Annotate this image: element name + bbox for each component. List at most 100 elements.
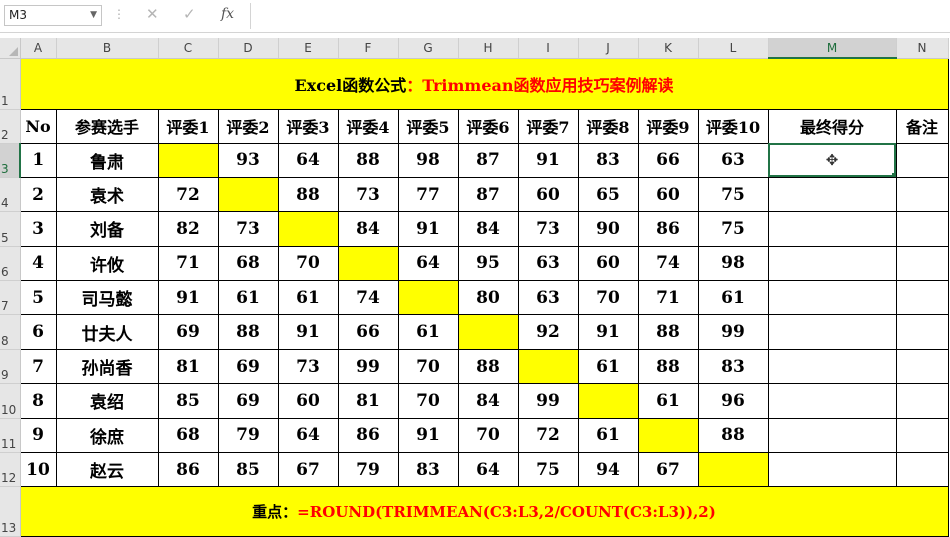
header-cell[interactable]: 评委3 <box>277 108 339 144</box>
column-header-k[interactable]: K <box>638 38 699 59</box>
score-cell[interactable]: 64 <box>277 417 339 454</box>
final-score-cell[interactable] <box>767 245 897 282</box>
number-cell[interactable]: 10 <box>19 452 57 488</box>
header-cell[interactable]: 评委1 <box>157 108 219 144</box>
number-cell[interactable]: 5 <box>19 280 57 316</box>
score-cell[interactable]: 88 <box>697 417 769 454</box>
score-cell[interactable] <box>217 176 279 213</box>
score-cell[interactable]: 88 <box>217 314 279 350</box>
score-cell[interactable]: 74 <box>637 245 699 282</box>
score-cell[interactable]: 60 <box>517 176 579 213</box>
final-score-cell[interactable] <box>767 280 897 316</box>
score-cell[interactable]: 86 <box>637 211 699 247</box>
fill-handle[interactable] <box>891 172 895 177</box>
score-cell[interactable]: 69 <box>157 314 219 350</box>
score-cell[interactable]: 73 <box>337 176 399 213</box>
score-cell[interactable] <box>157 142 219 178</box>
score-cell[interactable]: 75 <box>517 452 579 488</box>
score-cell[interactable]: 70 <box>577 280 639 316</box>
score-cell[interactable]: 77 <box>397 176 459 213</box>
score-cell[interactable] <box>457 314 519 350</box>
score-cell[interactable]: 66 <box>637 142 699 178</box>
number-cell[interactable]: 4 <box>19 245 57 282</box>
score-cell[interactable]: 83 <box>397 452 459 488</box>
contestant-name-cell[interactable]: 刘备 <box>55 211 159 247</box>
header-cell[interactable]: 最终得分 <box>767 108 897 144</box>
score-cell[interactable]: 61 <box>637 383 699 419</box>
score-cell[interactable]: 66 <box>337 314 399 350</box>
score-cell[interactable]: 94 <box>577 452 639 488</box>
final-score-cell[interactable] <box>767 314 897 350</box>
contestant-name-cell[interactable]: 鲁肃 <box>55 142 159 178</box>
score-cell[interactable]: 95 <box>457 245 519 282</box>
remark-cell[interactable] <box>895 348 949 385</box>
name-box[interactable]: M3 ▼ <box>4 5 102 26</box>
score-cell[interactable]: 88 <box>457 348 519 385</box>
score-cell[interactable]: 96 <box>697 383 769 419</box>
number-cell[interactable]: 7 <box>19 348 57 385</box>
score-cell[interactable]: 64 <box>457 452 519 488</box>
score-cell[interactable]: 99 <box>337 348 399 385</box>
contestant-name-cell[interactable]: 袁绍 <box>55 383 159 419</box>
header-cell[interactable]: 评委2 <box>217 108 279 144</box>
final-score-cell[interactable]: ✥ <box>767 142 897 178</box>
score-cell[interactable]: 70 <box>397 383 459 419</box>
number-cell[interactable]: 8 <box>19 383 57 419</box>
score-cell[interactable]: 82 <box>157 211 219 247</box>
remark-cell[interactable] <box>895 452 949 488</box>
score-cell[interactable]: 68 <box>157 417 219 454</box>
score-cell[interactable] <box>517 348 579 385</box>
score-cell[interactable]: 87 <box>457 142 519 178</box>
contestant-name-cell[interactable]: 徐庶 <box>55 417 159 454</box>
final-score-cell[interactable] <box>767 452 897 488</box>
final-score-cell[interactable] <box>767 348 897 385</box>
column-header-l[interactable]: L <box>698 38 769 59</box>
column-header-i[interactable]: I <box>518 38 579 59</box>
score-cell[interactable]: 72 <box>517 417 579 454</box>
row-header-11[interactable]: 11 <box>0 418 21 454</box>
score-cell[interactable]: 67 <box>277 452 339 488</box>
score-cell[interactable]: 69 <box>217 383 279 419</box>
score-cell[interactable]: 85 <box>217 452 279 488</box>
contestant-name-cell[interactable]: 司马懿 <box>55 280 159 316</box>
score-cell[interactable]: 79 <box>217 417 279 454</box>
score-cell[interactable]: 91 <box>517 142 579 178</box>
column-header-c[interactable]: C <box>158 38 219 59</box>
score-cell[interactable]: 88 <box>637 314 699 350</box>
score-cell[interactable]: 68 <box>217 245 279 282</box>
remark-cell[interactable] <box>895 417 949 454</box>
header-cell[interactable]: 评委5 <box>397 108 459 144</box>
score-cell[interactable] <box>277 211 339 247</box>
score-cell[interactable]: 91 <box>577 314 639 350</box>
score-cell[interactable]: 91 <box>397 417 459 454</box>
score-cell[interactable]: 61 <box>277 280 339 316</box>
score-cell[interactable]: 98 <box>697 245 769 282</box>
remark-cell[interactable] <box>895 383 949 419</box>
column-header-f[interactable]: F <box>338 38 399 59</box>
column-header-h[interactable]: H <box>458 38 519 59</box>
score-cell[interactable]: 61 <box>217 280 279 316</box>
score-cell[interactable]: 63 <box>697 142 769 178</box>
score-cell[interactable]: 86 <box>157 452 219 488</box>
score-cell[interactable]: 93 <box>217 142 279 178</box>
header-cell[interactable]: 参赛选手 <box>55 108 159 144</box>
final-score-cell[interactable] <box>767 211 897 247</box>
number-cell[interactable]: 2 <box>19 176 57 213</box>
score-cell[interactable]: 90 <box>577 211 639 247</box>
chevron-down-icon[interactable]: ▼ <box>90 6 97 25</box>
header-cell[interactable]: No <box>19 108 57 144</box>
drag-handle-icon[interactable]: ⋮ <box>113 7 125 21</box>
score-cell[interactable]: 70 <box>277 245 339 282</box>
header-cell[interactable]: 评委10 <box>697 108 769 144</box>
score-cell[interactable]: 61 <box>577 417 639 454</box>
score-cell[interactable]: 70 <box>397 348 459 385</box>
header-cell[interactable]: 评委8 <box>577 108 639 144</box>
select-all-corner[interactable] <box>0 38 21 59</box>
column-header-g[interactable]: G <box>398 38 459 59</box>
enter-icon[interactable]: ✓ <box>183 5 196 23</box>
score-cell[interactable]: 67 <box>637 452 699 488</box>
column-header-b[interactable]: B <box>56 38 159 59</box>
final-score-cell[interactable] <box>767 176 897 213</box>
remark-cell[interactable] <box>895 245 949 282</box>
row-header-12[interactable]: 12 <box>0 452 21 488</box>
